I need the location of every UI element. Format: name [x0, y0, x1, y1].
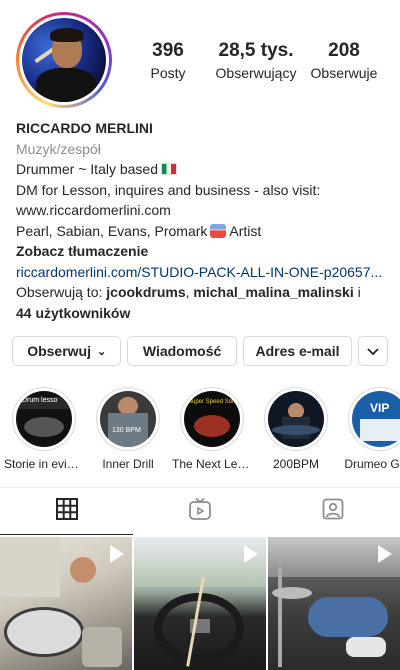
bio-line-4-text: Pearl, Sabian, Evans, Promark: [16, 222, 208, 239]
suggested-dropdown-button[interactable]: [358, 336, 389, 366]
post-thumbnail[interactable]: [0, 537, 132, 670]
followed-by-prefix: Obserwują to:: [16, 284, 107, 300]
bio-line-1-text: Drummer ~ Italy based: [16, 161, 158, 177]
bio-line-4: Pearl, Sabian, Evans, Promark Artist: [16, 221, 392, 242]
profile-tabs: [0, 487, 400, 535]
profile-name: RICCARDO MERLINI: [16, 120, 153, 136]
chevron-down-icon: ⌄: [96, 345, 107, 358]
highlight-cover: VIP: [352, 391, 400, 447]
highlight-cover-text: Super Speed Solo: [188, 399, 237, 405]
stat-followers[interactable]: 28,5 tys. Obserwujący: [206, 40, 306, 84]
tab-posts[interactable]: [0, 488, 134, 535]
play-icon: [378, 545, 392, 563]
grid-icon: [55, 497, 79, 526]
email-button[interactable]: Adres e-mail: [242, 336, 353, 366]
posts-grid: [0, 537, 400, 670]
stat-following-label: Obserwuje: [310, 65, 378, 81]
highlight-item[interactable]: Drum lesso Storie in evidenza: [4, 387, 84, 471]
profile-website-link[interactable]: riccardomerlini.com/STUDIO-PACK-ALL-IN-O…: [16, 262, 392, 283]
stat-following-value: 208: [328, 40, 360, 61]
stat-posts[interactable]: 396 Posty: [130, 40, 206, 84]
follow-button-label: Obserwuj: [27, 343, 91, 359]
see-translation-link[interactable]: Zobacz tłumaczenie: [16, 241, 392, 262]
followed-by-user-1[interactable]: jcookdrums: [106, 284, 185, 300]
avatar[interactable]: [16, 12, 112, 108]
followed-by: Obserwują to: jcookdrums, michal_malina_…: [16, 282, 392, 303]
post-thumbnail[interactable]: [134, 537, 266, 670]
tab-igtv[interactable]: [133, 488, 266, 535]
stat-following[interactable]: 208 Obserwuje: [306, 40, 382, 84]
profile-stats: 396 Posty 28,5 tys. Obserwujący 208 Obse…: [130, 40, 400, 84]
play-icon: [244, 545, 258, 563]
play-icon: [110, 545, 124, 563]
highlight-cover-text: 130 BPM: [112, 427, 141, 434]
highlight-cover: Drum lesso: [16, 391, 72, 447]
follow-button[interactable]: Obserwuj ⌄: [12, 336, 122, 366]
highlight-label: Drumeo Gold: [344, 457, 400, 471]
post-thumbnail[interactable]: [268, 537, 400, 670]
stat-followers-value: 28,5 tys.: [218, 40, 294, 61]
chevron-down-icon: [367, 343, 379, 359]
stat-posts-value: 396: [152, 40, 184, 61]
message-button[interactable]: Wiadomość: [127, 336, 237, 366]
highlight-cover: [268, 391, 324, 447]
profile-category: Muzyk/zespół: [16, 140, 101, 157]
highlight-item[interactable]: 200BPM: [256, 387, 336, 471]
tagged-icon: [321, 497, 345, 526]
highlight-label: Storie in evidenza: [4, 457, 84, 471]
followed-by-count[interactable]: 44 użytkowników: [16, 303, 392, 324]
avatar-image: [22, 18, 106, 102]
highlight-cover: Super Speed Solo: [184, 391, 240, 447]
highlight-item[interactable]: Super Speed Solo The Next Level: [172, 387, 252, 471]
profile-actions: Obserwuj ⌄ Wiadomość Adres e-mail: [12, 336, 389, 368]
highlight-label: Inner Drill: [102, 457, 154, 471]
igtv-icon: [188, 497, 212, 526]
followed-by-user-2[interactable]: michal_malina_malinski: [193, 284, 353, 300]
followed-by-and: i: [353, 284, 361, 300]
story-highlights: Drum lesso Storie in evidenza 130 BPM In…: [0, 387, 400, 477]
highlight-cover: 130 BPM: [100, 391, 156, 447]
highlight-label: 200BPM: [272, 457, 320, 471]
bio-line-4-artist: Artist: [229, 222, 262, 239]
tab-tagged[interactable]: [267, 488, 400, 535]
italy-flag-icon: [161, 163, 177, 175]
highlight-cover-text: Drum lesso: [22, 397, 58, 404]
drum-icon: [210, 223, 227, 238]
highlight-cover-text: VIP: [370, 401, 390, 415]
profile-header: 396 Posty 28,5 tys. Obserwujący 208 Obse…: [0, 0, 400, 112]
bio-line-1: Drummer ~ Italy based: [16, 159, 392, 180]
profile-bio: RICCARDO MERLINI Muzyk/zespół Drummer ~ …: [16, 118, 392, 323]
highlight-label: The Next Level: [172, 457, 252, 471]
bio-line-3: www.riccardomerlini.com: [16, 202, 171, 218]
bio-line-2: DM for Lesson, inquires and business - a…: [16, 181, 321, 198]
highlight-item[interactable]: 130 BPM Inner Drill: [88, 387, 168, 471]
stat-posts-label: Posty: [150, 65, 186, 81]
stat-followers-label: Obserwujący: [215, 65, 297, 81]
highlight-item[interactable]: VIP Drumeo Gold: [340, 387, 400, 471]
